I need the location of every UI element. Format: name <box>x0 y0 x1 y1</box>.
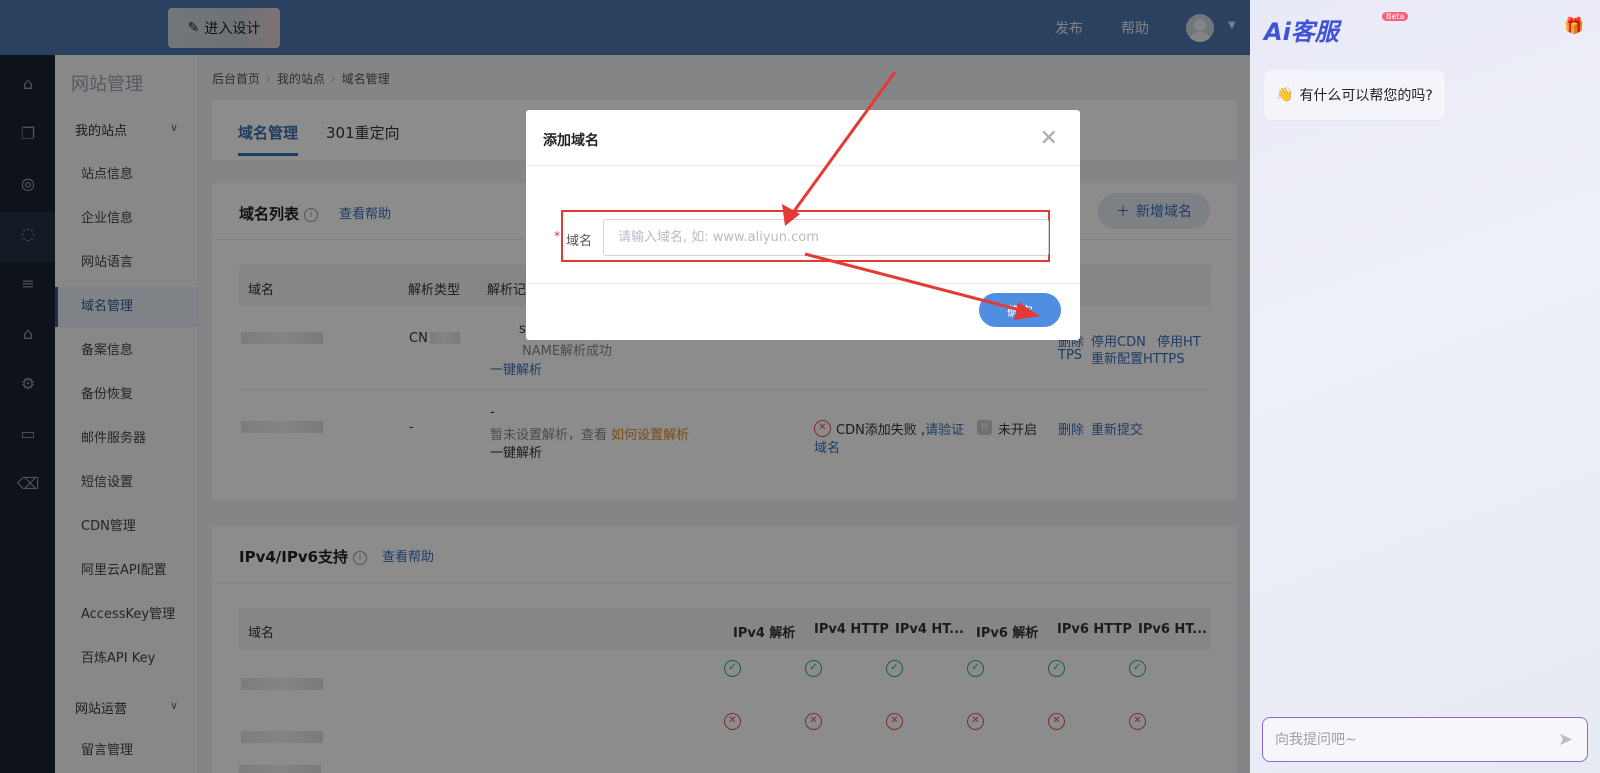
close-icon[interactable]: ✕ <box>1040 126 1058 151</box>
ai-brand-logo: Ai客服 <box>1264 18 1339 46</box>
ai-greeting-text: 有什么可以帮您的吗? <box>1299 88 1433 104</box>
ai-question-input[interactable] <box>1275 729 1545 751</box>
domain-field-label: 域名 <box>566 234 593 249</box>
domain-input[interactable] <box>603 219 1049 256</box>
required-mark: * <box>554 229 560 243</box>
ai-input-box: ➤ <box>1262 717 1588 762</box>
confirm-button[interactable]: 确定 <box>979 293 1061 327</box>
dialog-title: 添加域名 <box>543 133 599 149</box>
gift-icon[interactable]: 🎁 <box>1564 16 1584 35</box>
divider <box>526 283 1080 284</box>
ai-assistant-panel: Ai客服 Beta 🎁 👋 有什么可以帮您的吗? ➤ <box>1250 0 1600 773</box>
divider <box>526 165 1080 166</box>
beta-badge: Beta <box>1382 12 1409 21</box>
ai-greeting-bubble: 👋 有什么可以帮您的吗? <box>1264 70 1445 120</box>
send-icon[interactable]: ➤ <box>1558 729 1573 750</box>
wave-icon: 👋 <box>1276 87 1294 103</box>
